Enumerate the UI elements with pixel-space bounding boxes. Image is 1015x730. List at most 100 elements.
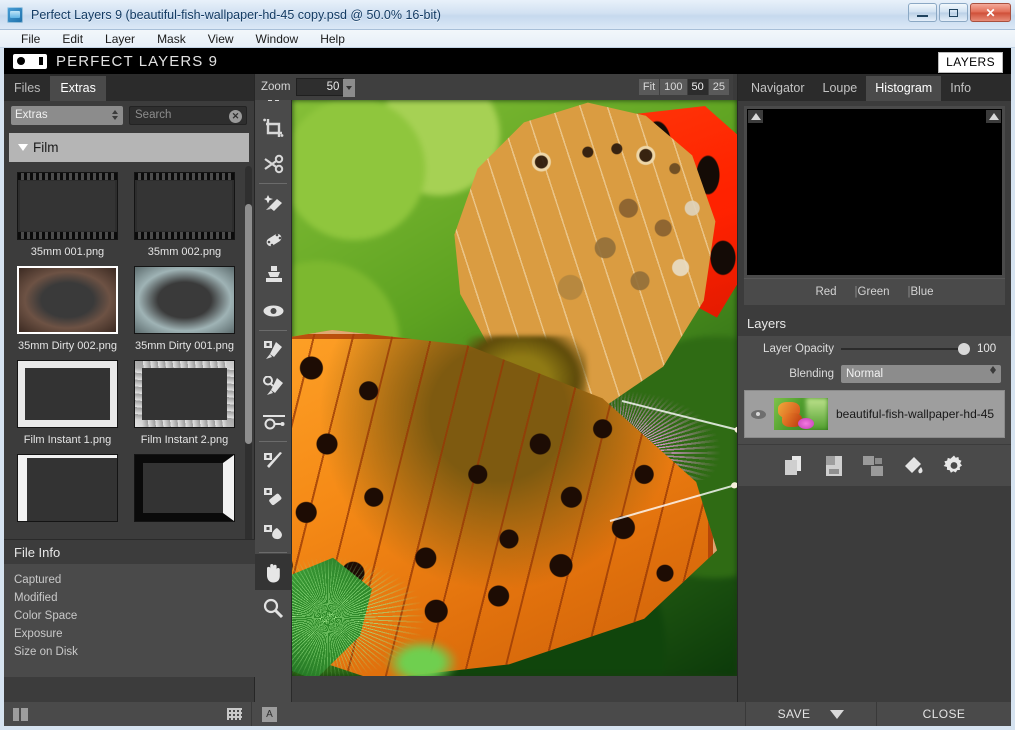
inspector-tabs: Navigator Loupe Histogram Info (738, 74, 1011, 101)
layer-opacity-label: Layer Opacity (763, 343, 834, 355)
category-header-film[interactable]: Film (9, 133, 249, 162)
refine-brush-tool[interactable] (255, 368, 292, 404)
menu-item-help[interactable]: Help (309, 30, 356, 48)
pan-tool[interactable] (255, 554, 292, 590)
channel-red-toggle[interactable]: Red (815, 286, 836, 298)
close-button-footer[interactable]: CLOSE (876, 702, 1011, 726)
layer-opacity-slider[interactable] (841, 341, 970, 357)
menu-item-edit[interactable]: Edit (51, 30, 94, 48)
chisel-tool[interactable] (255, 443, 292, 479)
image-lower-bokeh (387, 640, 457, 676)
zoom-toolbar: Zoom 50 Fit 100 50 25 (255, 74, 733, 100)
tab-extras[interactable]: Extras (50, 76, 106, 101)
extras-source-select[interactable]: Extras (11, 105, 123, 125)
highlight-clipping-warning-icon[interactable] (986, 110, 1001, 123)
menu-item-mask[interactable]: Mask (146, 30, 197, 48)
slider-knob[interactable] (958, 343, 970, 355)
zoom-preset-fit[interactable]: Fit (638, 79, 660, 95)
perfect-eraser-tool[interactable] (255, 185, 292, 221)
thumbnail-row: 35mm Dirty 002.png 35mm Dirty 001.png (9, 258, 250, 352)
list-item[interactable] (17, 454, 118, 522)
on1-logo-icon (13, 53, 47, 69)
save-layer-icon[interactable] (824, 455, 844, 477)
minimize-button[interactable] (908, 3, 937, 22)
zoom-input[interactable]: 50 (296, 78, 356, 97)
grid-view-icon[interactable] (227, 708, 242, 720)
tab-histogram[interactable]: Histogram (866, 76, 942, 101)
thumbnail-row (9, 446, 250, 522)
menu-item-view[interactable]: View (197, 30, 245, 48)
category-label: Film (33, 140, 59, 155)
copy-layer-icon[interactable] (784, 455, 806, 477)
menu-bar: File Edit Layer Mask View Window Help (0, 30, 1015, 48)
toggle-panes-icon[interactable] (13, 707, 28, 721)
chevron-down-icon[interactable] (343, 79, 356, 97)
layer-name: beautiful-fish-wallpaper-hd-45 (836, 407, 995, 421)
layer-visibility-eye-icon[interactable] (751, 409, 766, 419)
list-item[interactable] (134, 454, 235, 522)
clear-search-icon[interactable]: ✕ (229, 109, 242, 123)
blending-select[interactable]: Normal (841, 365, 1001, 383)
status-bar: A SAVE CLOSE (4, 702, 1011, 726)
canvas-area[interactable]: X beautiful-fish-wallpaper-hd-45 copy.ps… (292, 74, 737, 702)
clone-stamp-tool[interactable] (255, 257, 292, 293)
save-button[interactable]: SAVE (745, 702, 876, 726)
extras-source-value: Extras (15, 109, 48, 121)
zoom-preset-50[interactable]: 50 (687, 79, 708, 95)
zoom-preset-100[interactable]: 100 (660, 79, 687, 95)
list-item[interactable]: Film Instant 1.png (17, 360, 118, 446)
window-title: Perfect Layers 9 (beautiful-fish-wallpap… (31, 7, 441, 22)
masking-bug-tool[interactable] (255, 404, 292, 440)
tab-navigator[interactable]: Navigator (742, 76, 814, 101)
tab-loupe[interactable]: Loupe (814, 76, 867, 101)
layers-module-button[interactable]: LAYERS (938, 52, 1003, 73)
menu-item-window[interactable]: Window (245, 30, 310, 48)
paint-tool[interactable] (255, 515, 292, 551)
browser-scrollbar-thumb[interactable] (245, 204, 252, 444)
window-titlebar: Perfect Layers 9 (beautiful-fish-wallpap… (0, 0, 1015, 30)
layer-settings-gear-icon[interactable] (942, 454, 966, 478)
text-tool-a-button[interactable]: A (262, 706, 277, 722)
channel-blue-toggle[interactable]: |Blue (908, 286, 934, 298)
shadow-clipping-warning-icon[interactable] (748, 110, 763, 123)
status-bar-left (4, 702, 251, 726)
refresh-layer-icon[interactable] (862, 455, 884, 477)
perfect-layers-window: Perfect Layers 9 (beautiful-fish-wallpap… (0, 0, 1015, 730)
thumbnail-image (134, 360, 235, 428)
crop-tool[interactable] (255, 110, 292, 146)
zoom-preset-25[interactable]: 25 (708, 79, 729, 95)
dropdown-arrow-icon[interactable] (830, 709, 845, 719)
list-item[interactable]: 35mm Dirty 002.png (17, 266, 118, 352)
trim-tool[interactable] (255, 146, 292, 182)
menu-item-file[interactable]: File (10, 30, 51, 48)
thumbnail-image (17, 454, 118, 522)
maximize-button[interactable] (939, 3, 968, 22)
thumbnail-label: Film Instant 2.png (140, 434, 229, 446)
layer-actions (738, 444, 1011, 486)
search-input[interactable]: Search ✕ (129, 105, 247, 125)
document-image[interactable] (292, 100, 737, 676)
thumbnail-label: 35mm 001.png (30, 246, 105, 258)
file-info-size-on-disk: Size on Disk (14, 646, 78, 658)
inspector-panel: Navigator Loupe Histogram Info Red |Gree… (737, 74, 1011, 702)
zoom-tool[interactable] (255, 590, 292, 626)
fill-layer-icon[interactable] (902, 455, 924, 477)
menu-item-layer[interactable]: Layer (94, 30, 146, 48)
tab-files[interactable]: Files (4, 76, 50, 101)
list-item[interactable]: Film Instant 2.png (134, 360, 235, 446)
list-item[interactable]: 35mm Dirty 001.png (134, 266, 235, 352)
channel-green-toggle[interactable]: |Green (855, 286, 890, 298)
maximize-icon (949, 8, 958, 17)
blur-tool[interactable] (255, 479, 292, 515)
retouch-brush-tool[interactable] (255, 221, 292, 257)
masking-brush-tool[interactable] (255, 332, 292, 368)
file-info-title: File Info (4, 540, 255, 565)
tab-info[interactable]: Info (941, 76, 980, 101)
spinner-icon (111, 108, 119, 123)
red-eye-tool[interactable] (255, 293, 292, 329)
blending-label: Blending (789, 368, 834, 380)
list-item[interactable]: 35mm 002.png (134, 172, 235, 258)
close-button[interactable]: ✕ (970, 3, 1011, 22)
list-item[interactable]: 35mm 001.png (17, 172, 118, 258)
layer-row[interactable]: beautiful-fish-wallpaper-hd-45 (744, 390, 1005, 438)
